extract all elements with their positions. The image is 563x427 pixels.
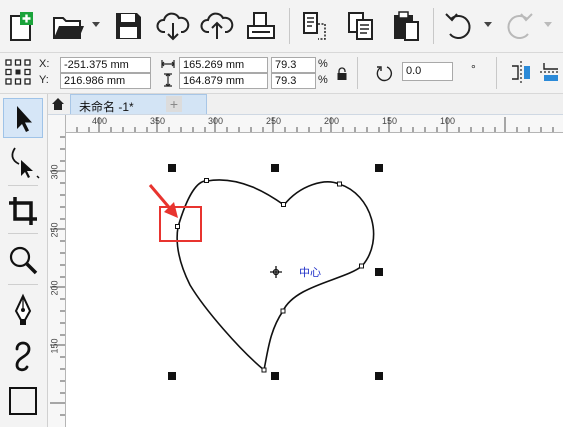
document-tab-label: 未命名 -1*	[79, 100, 134, 114]
document-tabs: 未命名 -1* +	[48, 94, 563, 115]
zoom-tool-icon[interactable]	[3, 240, 43, 280]
home-icon[interactable]	[51, 97, 65, 110]
node-handle[interactable]	[175, 224, 180, 229]
open-dropdown-icon[interactable]	[92, 22, 100, 27]
standard-toolbar	[0, 0, 563, 53]
drawing-canvas[interactable]: 中心	[66, 133, 563, 427]
x-label: X:	[39, 58, 50, 70]
pick-tool-icon[interactable]	[3, 98, 43, 138]
width-icon	[161, 60, 175, 68]
document-tab[interactable]: 未命名 -1*	[70, 94, 207, 114]
ruler-tick-label: 250	[266, 116, 282, 126]
selection-handle-bottom[interactable]	[271, 372, 279, 380]
ruler-tick-label: 200	[324, 116, 340, 126]
open-folder-icon[interactable]	[50, 8, 86, 44]
ruler-tick-label: 150	[382, 116, 398, 126]
node-handle[interactable]	[261, 367, 267, 373]
redo-dropdown-icon[interactable]	[544, 22, 552, 27]
scale-y-field[interactable]: 79.3	[271, 73, 316, 89]
center-marker-icon[interactable]	[270, 266, 282, 278]
ruler-tick-label: 150	[49, 338, 60, 354]
ruler-tick-label: 400	[92, 116, 108, 126]
undo-dropdown-icon[interactable]	[484, 22, 492, 27]
node-handle[interactable]	[280, 308, 286, 314]
vertical-ruler[interactable]: 300 250 200 150	[48, 115, 66, 427]
selection-handle-top[interactable]	[271, 164, 279, 172]
ruler-tick-label: 200	[49, 280, 60, 296]
propbar-separator	[357, 57, 358, 89]
toolbox-separator	[8, 185, 38, 186]
rectangle-tool-icon[interactable]	[3, 380, 43, 420]
save-icon[interactable]	[110, 8, 146, 44]
selection-handle-bottom-left[interactable]	[168, 372, 176, 380]
ruler-tick-label: 100	[440, 116, 456, 126]
selection-handle-bottom-right[interactable]	[375, 372, 383, 380]
copy-properties-icon[interactable]	[297, 8, 333, 44]
import-cloud-icon[interactable]	[155, 8, 191, 44]
node-handle[interactable]	[204, 178, 209, 183]
ruler-tick-label: 250	[49, 222, 60, 238]
artistic-media-tool-icon[interactable]	[3, 335, 43, 375]
mirror-horizontal-icon[interactable]	[510, 61, 532, 83]
ruler-tick-label: 300	[49, 164, 60, 180]
node-handle[interactable]	[281, 202, 286, 207]
undo-icon[interactable]	[441, 8, 477, 44]
scale-x-field[interactable]: 79.3	[271, 57, 316, 73]
pointer-arrow-icon	[148, 184, 178, 218]
percent-label-y: %	[318, 74, 328, 86]
toolbox-separator	[8, 233, 38, 234]
copy-icon[interactable]	[343, 8, 379, 44]
property-bar: X: Y: -251.375 mm 216.986 mm 165.269 mm …	[0, 53, 563, 94]
propbar-separator	[496, 57, 497, 89]
reference-point-icon[interactable]	[5, 59, 31, 85]
selection-handle-right[interactable]	[375, 268, 383, 276]
mirror-vertical-icon[interactable]	[540, 61, 560, 83]
rotation-angle-field[interactable]: 0.0	[402, 62, 453, 81]
paste-icon[interactable]	[388, 8, 424, 44]
add-tab-button[interactable]: +	[166, 96, 182, 112]
node-handle[interactable]	[359, 263, 364, 269]
selection-handle-top-right[interactable]	[375, 164, 383, 172]
height-icon	[164, 73, 172, 87]
ruler-tick-label: 300	[208, 116, 224, 126]
export-cloud-icon[interactable]	[199, 8, 235, 44]
rotation-icon	[375, 64, 393, 82]
height-field[interactable]: 164.879 mm	[179, 73, 268, 89]
shape-tool-icon[interactable]	[3, 142, 43, 182]
lock-ratio-icon[interactable]	[336, 67, 348, 81]
y-label: Y:	[39, 74, 49, 86]
toolbox	[0, 94, 48, 427]
selection-handle-top-left[interactable]	[168, 164, 176, 172]
y-position-field[interactable]: 216.986 mm	[60, 73, 151, 89]
degree-symbol: °	[471, 62, 476, 76]
center-label: 中心	[299, 267, 321, 279]
horizontal-ruler[interactable]: 400 350 300 250 200 150 100	[65, 115, 563, 133]
print-icon[interactable]	[243, 8, 279, 44]
new-document-icon[interactable]	[4, 8, 40, 44]
percent-label-x: %	[318, 58, 328, 70]
node-handle[interactable]	[337, 181, 342, 187]
toolbar-separator	[289, 8, 290, 44]
toolbox-separator	[8, 284, 38, 285]
width-field[interactable]: 165.269 mm	[179, 57, 268, 73]
pen-tool-icon[interactable]	[3, 291, 43, 331]
toolbar-separator	[433, 8, 434, 44]
crop-tool-icon[interactable]	[3, 191, 43, 231]
x-position-field[interactable]: -251.375 mm	[60, 57, 151, 73]
ruler-tick-label: 350	[150, 116, 166, 126]
redo-icon[interactable]	[501, 8, 537, 44]
